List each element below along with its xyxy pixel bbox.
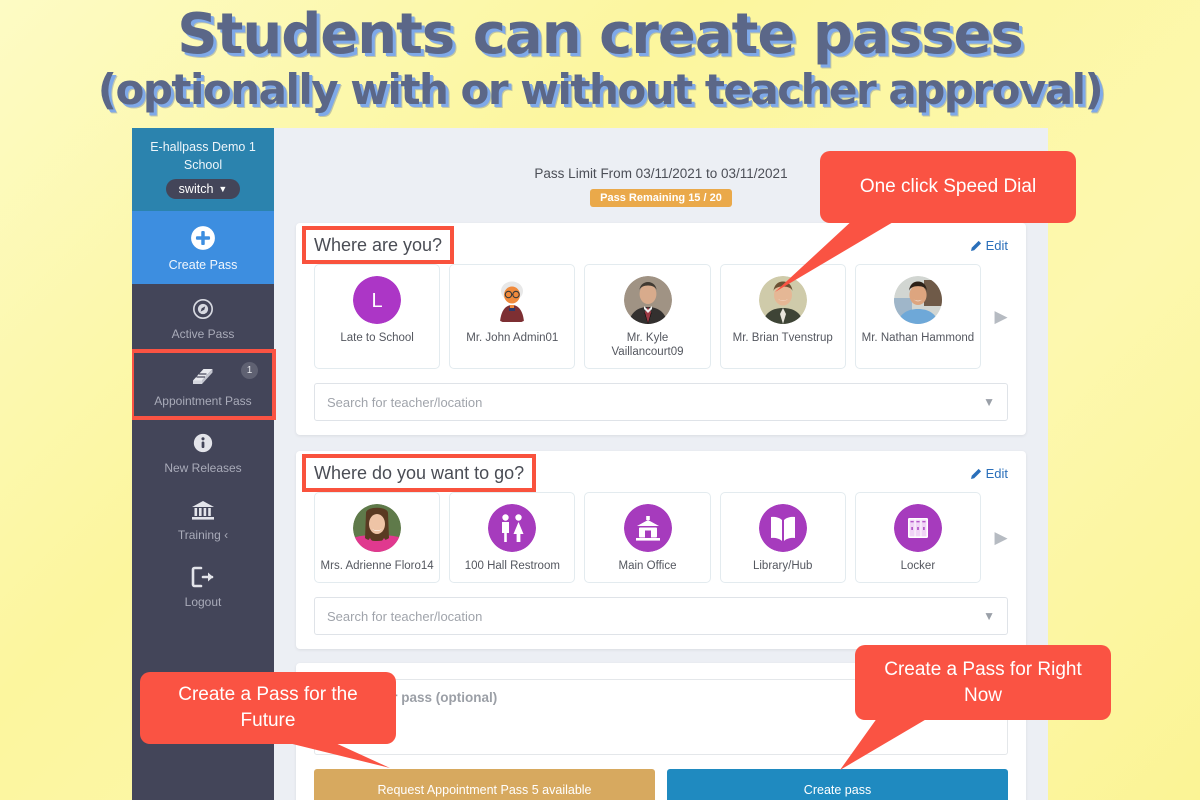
switch-label: switch — [178, 182, 214, 196]
school-subtitle: School — [183, 158, 223, 172]
destination-next-arrow[interactable]: ▶ — [990, 492, 1012, 583]
tile-label: Late to School — [340, 332, 414, 344]
origin-search-placeholder: Search for teacher/location — [327, 394, 483, 410]
origin-tile-brian-tvenstrup[interactable]: Mr. Brian Tvenstrup — [719, 264, 846, 369]
banner: Students can create passes (optionally w… — [0, 0, 1200, 128]
tile-label: Mr. Brian Tvenstrup — [732, 332, 833, 344]
request-appointment-pass-button[interactable]: Request Appointment Pass 5 available — [314, 769, 655, 800]
destination-tile-row: Mrs. Adrienne Floro14 100 Hall Restroom … — [296, 492, 1026, 583]
sidebar-label-active-pass: Active Pass — [171, 327, 235, 341]
origin-edit-button[interactable]: Edit — [970, 238, 1008, 253]
tile-label: Mrs. Adrienne Floro14 — [320, 560, 434, 572]
svg-text:L: L — [372, 290, 383, 312]
callout-create-future: Create a Pass for the Future — [140, 672, 396, 744]
tile-label: Main Office — [618, 560, 677, 572]
book-open-icon — [758, 504, 807, 552]
appointment-pass-badge: 1 — [241, 362, 258, 379]
banner-line-1: Students can create passes — [177, 2, 1024, 67]
office-icon — [623, 504, 672, 552]
sidebar-label-appointment-pass: Appointment Pass — [154, 394, 252, 408]
origin-title: Where are you? — [301, 226, 455, 264]
locker-icon — [893, 504, 942, 552]
origin-tile-john-admin[interactable]: Mr. John Admin01 — [449, 264, 576, 369]
sidebar-school-header: E-hallpass Demo 1 School switch ▼ — [132, 128, 274, 211]
destination-tile-library-hub[interactable]: Library/Hub — [719, 492, 846, 583]
chevron-down-icon: ▼ — [218, 184, 228, 194]
origin-next-arrow[interactable]: ▶ — [990, 264, 1012, 369]
action-buttons: Request Appointment Pass 5 available Cre… — [314, 769, 1008, 800]
banner-line-2: (optionally with or without teacher appr… — [97, 65, 1104, 114]
destination-edit-label: Edit — [985, 466, 1008, 481]
create-pass-label: Create Pass — [168, 258, 238, 272]
destination-search-input[interactable]: Search for teacher/location ▼ — [314, 597, 1008, 635]
chevron-down-icon: ▼ — [983, 395, 995, 409]
info-icon — [132, 431, 274, 455]
callout-speed-dial: One click Speed Dial — [820, 151, 1076, 223]
pencil-icon — [970, 240, 981, 251]
avatar: L — [353, 276, 402, 324]
sidebar-item-active-pass[interactable]: Active Pass — [132, 284, 274, 351]
destination-tile-adrienne-floro[interactable]: Mrs. Adrienne Floro14 — [314, 492, 441, 583]
destination-card: Where do you want to go? Edit Mrs. Adrie… — [296, 451, 1026, 649]
logout-icon — [132, 565, 274, 589]
chevron-down-icon: ▼ — [983, 609, 995, 623]
pass-remaining-badge: Pass Remaining 15 / 20 — [590, 189, 732, 207]
destination-tile-locker[interactable]: Locker — [854, 492, 982, 583]
destination-search-wrap: Search for teacher/location ▼ — [296, 583, 1026, 635]
destination-tile-main-office[interactable]: Main Office — [584, 492, 711, 583]
origin-tile-kyle-vaillancourt[interactable]: Mr. Kyle Vaillancourt09 — [584, 264, 711, 369]
create-pass-button[interactable]: Create pass — [667, 769, 1008, 800]
tile-label: Mr. Kyle Vaillancourt09 — [611, 332, 684, 358]
school-name: E-hallpass Demo 1 — [150, 140, 256, 154]
avatar — [893, 276, 942, 324]
avatar — [353, 504, 402, 552]
restroom-icon — [488, 504, 537, 552]
tile-label: Library/Hub — [752, 560, 813, 572]
origin-tile-row: L Late to School Mr. John Admin01 Mr. Ky… — [296, 264, 1026, 369]
callout-create-right-now: Create a Pass for Right Now — [855, 645, 1111, 720]
compass-icon — [132, 297, 274, 321]
destination-search-placeholder: Search for teacher/location — [327, 608, 483, 624]
destination-edit-button[interactable]: Edit — [970, 466, 1008, 481]
destination-title: Where do you want to go? — [301, 454, 537, 492]
origin-edit-label: Edit — [985, 238, 1008, 253]
avatar — [758, 276, 807, 324]
pencil-icon — [970, 468, 981, 479]
origin-tile-nathan-hammond[interactable]: Mr. Nathan Hammond — [854, 264, 982, 369]
bank-icon — [132, 498, 274, 522]
sidebar-item-training[interactable]: Training ‹ — [132, 485, 274, 552]
sidebar-item-create-pass[interactable]: Create Pass — [132, 211, 274, 284]
tile-label: Locker — [900, 560, 936, 572]
sidebar-label-training: Training ‹ — [177, 528, 229, 542]
tile-label: 100 Hall Restroom — [464, 560, 560, 572]
origin-card-header: Where are you? Edit — [296, 223, 1026, 264]
switch-school-button[interactable]: switch ▼ — [165, 179, 241, 199]
destination-tile-restroom[interactable]: 100 Hall Restroom — [449, 492, 576, 583]
origin-tile-late-to-school[interactable]: L Late to School — [314, 264, 441, 369]
tile-label: Mr. Nathan Hammond — [861, 332, 975, 344]
avatar — [623, 276, 672, 324]
origin-search-input[interactable]: Search for teacher/location ▼ — [314, 383, 1008, 421]
plus-circle-icon — [132, 225, 274, 251]
avatar — [488, 276, 537, 324]
origin-card: Where are you? Edit L Late to School Mr.… — [296, 223, 1026, 435]
sidebar-item-new-releases[interactable]: New Releases — [132, 418, 274, 485]
destination-card-header: Where do you want to go? Edit — [296, 451, 1026, 492]
sidebar-item-logout[interactable]: Logout — [132, 552, 274, 619]
sidebar-item-appointment-pass[interactable]: 1 Appointment Pass — [132, 349, 276, 420]
sidebar-label-logout: Logout — [184, 595, 222, 609]
origin-search-wrap: Search for teacher/location ▼ — [296, 369, 1026, 421]
sidebar-label-new-releases: New Releases — [164, 461, 242, 475]
tile-label: Mr. John Admin01 — [466, 332, 559, 344]
